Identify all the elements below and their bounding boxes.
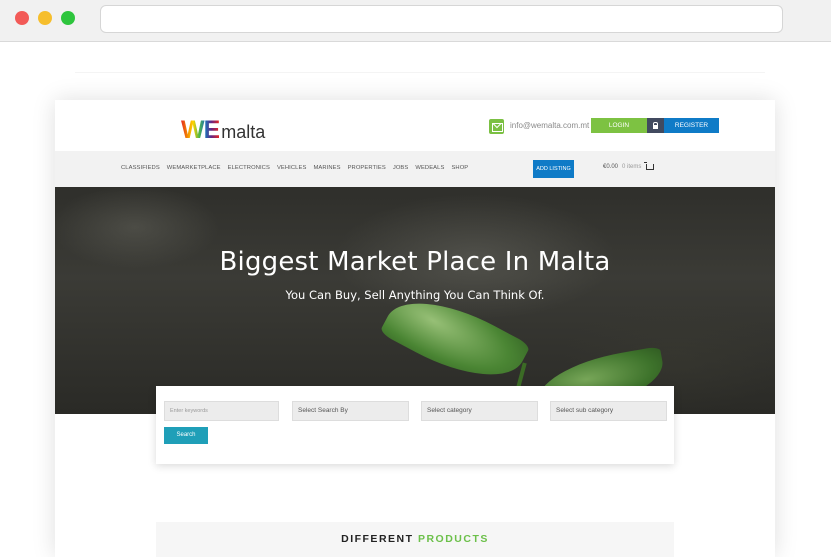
site-logo[interactable]: WE malta: [181, 116, 266, 144]
search-by-select[interactable]: Select Search By: [292, 401, 409, 421]
close-window-dot[interactable]: [15, 11, 29, 25]
minimize-window-dot[interactable]: [38, 11, 52, 25]
contact-email[interactable]: info@wemalta.com.mt: [510, 121, 589, 130]
section-title: DIFFERENT PRODUCTS: [156, 533, 674, 545]
nav-item-vehicles[interactable]: VEHICLES: [277, 165, 306, 171]
register-button[interactable]: REGISTER: [664, 118, 719, 133]
section-header: DIFFERENT PRODUCTS: [156, 522, 674, 557]
nav-item-electronics[interactable]: ELECTRONICS: [228, 165, 270, 171]
logo-we: WE: [181, 116, 220, 144]
search-button[interactable]: Search: [164, 427, 208, 444]
shopping-basket-icon: [644, 162, 655, 170]
cart-total: €0.00: [603, 164, 619, 170]
nav-item-classifieds[interactable]: CLASSIFIEDS: [121, 165, 160, 171]
lock-icon: [647, 118, 664, 133]
browser-chrome: [0, 0, 831, 42]
nav-item-jobs[interactable]: JOBS: [393, 165, 409, 171]
hero-title: Biggest Market Place In Malta: [219, 247, 611, 277]
divider: [75, 72, 765, 73]
maximize-window-dot[interactable]: [61, 11, 75, 25]
nav-item-wedeals[interactable]: WEDEALS: [415, 165, 444, 171]
add-listing-button[interactable]: ADD LISTING: [533, 160, 574, 178]
logo-malta: malta: [221, 122, 266, 142]
hero-banner: Biggest Market Place In Malta You Can Bu…: [55, 187, 775, 414]
cart-item-count: 0 items: [622, 164, 642, 170]
sub-category-select[interactable]: Select sub category: [550, 401, 667, 421]
nav-item-shop[interactable]: SHOP: [451, 165, 468, 171]
webpage: WE malta info@wemalta.com.mt LOGIN REGIS…: [55, 100, 775, 557]
login-button[interactable]: LOGIN: [591, 118, 647, 133]
search-panel: Enter keywords Select Search By Select c…: [156, 386, 674, 464]
envelope-icon: [489, 119, 504, 134]
section-title-part2: PRODUCTS: [417, 533, 489, 545]
nav-item-properties[interactable]: PROPERTIES: [348, 165, 386, 171]
hero-subtitle: You Can Buy, Sell Anything You Can Think…: [285, 288, 545, 302]
main-navigation: CLASSIFIEDS WEMARKETPLACE ELECTRONICS VE…: [55, 151, 775, 187]
address-bar[interactable]: [100, 5, 783, 33]
category-select[interactable]: Select category: [421, 401, 538, 421]
cart-summary[interactable]: €0.00 0 items: [603, 162, 655, 170]
section-title-part1: DIFFERENT: [341, 533, 414, 545]
nav-item-wemarketplace[interactable]: WEMARKETPLACE: [167, 165, 221, 171]
nav-item-marines[interactable]: MARINES: [313, 165, 340, 171]
keywords-input[interactable]: Enter keywords: [164, 401, 279, 421]
